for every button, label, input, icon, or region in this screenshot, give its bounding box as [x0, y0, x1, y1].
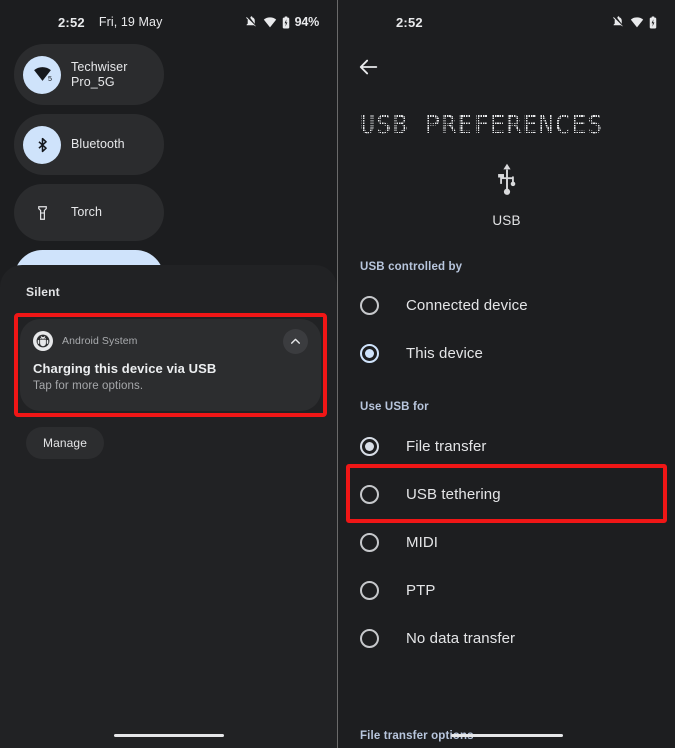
- usb-badge-label: USB: [492, 213, 521, 228]
- radio-ptp[interactable]: [360, 580, 379, 600]
- tile-bluetooth[interactable]: Bluetooth: [14, 114, 164, 175]
- radio-connected-device[interactable]: [360, 295, 379, 315]
- option-label: File transfer: [406, 437, 487, 455]
- tile-torch-label: Torch: [71, 205, 103, 219]
- notification-charging-usb[interactable]: Android System Charging this device via …: [20, 319, 321, 411]
- usb-icon: [492, 163, 522, 204]
- option-ptp[interactable]: PTP: [338, 566, 675, 614]
- notification-app-name: Android System: [62, 335, 138, 347]
- option-no-data-transfer[interactable]: No data transfer: [338, 614, 675, 662]
- tile-wifi-label: Techwiser Pro_5G: [71, 59, 128, 89]
- section-label-usb-controlled-by: USB controlled by: [360, 261, 463, 273]
- android-system-icon: [33, 331, 53, 351]
- notification-title: Charging this device via USB: [33, 361, 217, 376]
- status-bar-time: 2:52: [58, 14, 85, 30]
- usb-preferences-panel: 2:52 USB PREFERENCES USB USB controlled …: [338, 0, 675, 748]
- option-label: MIDI: [406, 533, 439, 551]
- option-label: USB tethering: [406, 485, 501, 503]
- option-this-device[interactable]: This device: [338, 329, 675, 377]
- radio-this-device[interactable]: [360, 343, 379, 363]
- quick-settings-panel: 2:52 Fri, 19 May 94% 5 Techwiser Pro_5G …: [0, 0, 337, 748]
- status-bar-left: 2:52 Fri, 19 May 94%: [0, 0, 337, 44]
- radio-midi[interactable]: [360, 532, 379, 552]
- chevron-up-icon[interactable]: [283, 328, 308, 354]
- option-usb-tethering[interactable]: USB tethering: [338, 470, 675, 518]
- notification-group-label: Silent: [26, 285, 60, 299]
- radio-no-data-transfer[interactable]: [360, 628, 379, 648]
- option-label: No data transfer: [406, 629, 516, 647]
- option-label: This device: [406, 344, 483, 362]
- tile-torch[interactable]: Torch: [14, 184, 164, 241]
- status-bar-time: 2:52: [396, 14, 423, 30]
- tile-wifi[interactable]: 5 Techwiser Pro_5G: [14, 44, 164, 105]
- status-bar-icons: 94%: [245, 15, 319, 29]
- status-bar-date: Fri, 19 May: [98, 15, 163, 29]
- tile-bluetooth-label: Bluetooth: [71, 137, 125, 151]
- battery-percentage: 94%: [294, 15, 320, 29]
- status-bar-icons: [612, 15, 657, 29]
- wifi-icon: 5: [23, 55, 61, 94]
- status-bar-right: 2:52: [338, 0, 675, 44]
- wifi-icon: [630, 16, 644, 27]
- option-file-transfer[interactable]: File transfer: [338, 422, 675, 470]
- option-connected-device[interactable]: Connected device: [338, 281, 675, 329]
- option-midi[interactable]: MIDI: [338, 518, 675, 566]
- battery-icon: [649, 16, 657, 28]
- gesture-nav-pill[interactable]: [450, 733, 563, 737]
- section-label-use-usb-for: Use USB for: [360, 401, 429, 413]
- wifi-icon: [263, 16, 276, 27]
- dual-screenshot-container: 2:52 Fri, 19 May 94% 5 Techwiser Pro_5G …: [0, 0, 675, 748]
- radio-file-transfer[interactable]: [360, 436, 379, 456]
- back-arrow-icon[interactable]: [358, 59, 380, 82]
- svg-text:5: 5: [48, 75, 52, 83]
- gesture-nav-pill[interactable]: [113, 733, 224, 737]
- option-label: PTP: [406, 581, 436, 599]
- back-button-row: [338, 44, 675, 83]
- notification-subtitle: Tap for more options.: [33, 380, 144, 392]
- battery-icon: [282, 16, 289, 28]
- notification-highlight-box: Android System Charging this device via …: [14, 313, 327, 417]
- manage-button[interactable]: Manage: [26, 427, 104, 459]
- bluetooth-icon: [23, 125, 61, 164]
- page-title: USB PREFERENCES: [358, 108, 675, 141]
- option-label: Connected device: [406, 296, 528, 314]
- notifications-off-icon: [245, 15, 256, 26]
- notification-header: Android System: [33, 328, 308, 354]
- flashlight-icon: [23, 194, 61, 232]
- notifications-off-icon: [613, 15, 623, 26]
- usb-badge: USB: [338, 163, 675, 228]
- radio-usb-tethering[interactable]: [360, 484, 379, 504]
